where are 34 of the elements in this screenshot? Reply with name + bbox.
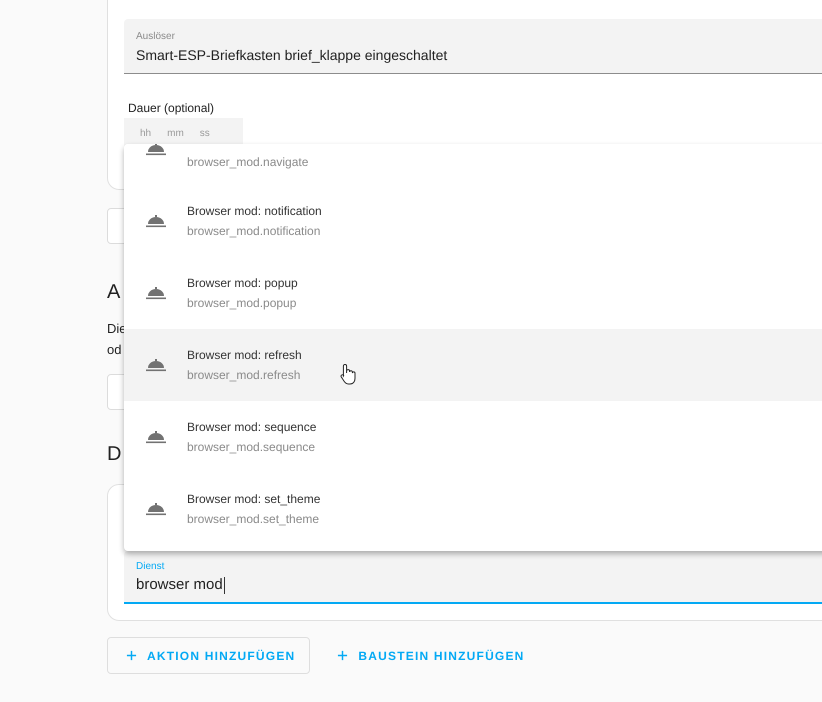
option-service: browser_mod.notification (187, 223, 322, 239)
option-service: browser_mod.sequence (187, 439, 316, 455)
unit-placeholder: hh (140, 128, 152, 141)
cloche-icon (146, 430, 166, 444)
field-value: browser mod (136, 575, 226, 595)
field-label: Auslöser (136, 30, 176, 43)
plus-icon (126, 650, 137, 661)
cloche-icon (146, 502, 166, 516)
cloche-icon (146, 358, 166, 372)
section-heading: A (107, 280, 120, 304)
description-text: od (107, 341, 122, 359)
option-service: browser_mod.popup (187, 295, 298, 311)
cloche-icon (146, 144, 166, 156)
trigger-field[interactable]: Auslöser Smart-ESP-Briefkasten brief_klappe eingeschaltet (124, 19, 822, 74)
hand-cursor-icon (340, 363, 356, 385)
service-option[interactable]: Browser mod: refresh browser_mod.refresh (124, 329, 822, 401)
option-title: Browser mod: refresh (187, 347, 302, 363)
duration-label: Dauer (optional) (128, 100, 216, 116)
section-heading: D (107, 442, 122, 466)
cloche-icon (146, 214, 166, 228)
option-service: browser_mod.refresh (187, 367, 302, 383)
service-field[interactable]: Dienst browser mod (124, 551, 822, 604)
option-title: Browser mod: sequence (187, 419, 316, 435)
option-title: Browser mod: popup (187, 275, 298, 291)
option-title: Browser mod: set_theme (187, 491, 320, 507)
unit-placeholder: mm (167, 128, 184, 141)
field-value: Smart-ESP-Briefkasten brief_klappe eingeschaltet (136, 46, 448, 65)
field-label: Dienst (136, 560, 166, 573)
cloche-icon (146, 286, 166, 300)
option-title: Browser mod: notification (187, 203, 322, 219)
plus-icon (337, 650, 348, 661)
option-service: browser_mod.navigate (187, 154, 308, 170)
unit-placeholder: ss (200, 128, 210, 141)
option-service: browser_mod.set_theme (187, 511, 320, 527)
